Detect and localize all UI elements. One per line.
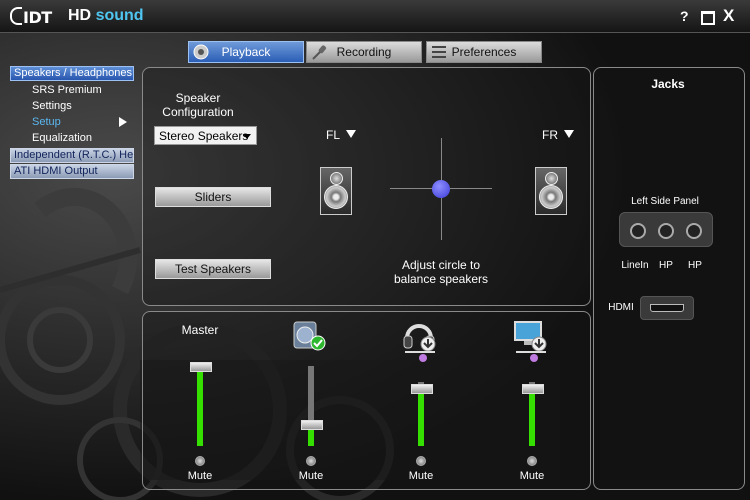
tab-label: Preferences [451, 45, 517, 59]
hdmi-port-icon[interactable] [650, 304, 684, 312]
mute-label: Mute [519, 470, 545, 482]
volume-thumb[interactable] [190, 362, 212, 372]
volume-level-fill [418, 388, 424, 446]
mute-toggle[interactable] [416, 456, 426, 466]
hdmi-port-box [640, 296, 694, 320]
jacks-panel [593, 67, 745, 490]
mute-label: Mute [408, 470, 434, 482]
sidebar-item-speakers-headphones[interactable]: Speakers / Headphones [10, 66, 134, 81]
volume-thumb[interactable] [301, 420, 323, 430]
tab-preferences[interactable]: Preferences [426, 41, 542, 63]
volume-thumb[interactable] [522, 384, 544, 394]
monitor-download-icon [514, 321, 547, 353]
mute-label: Mute [187, 470, 213, 482]
balance-handle[interactable] [432, 180, 450, 198]
balance-hint: Adjust circle to balance speakers [393, 258, 489, 286]
dropdown-arrow-icon [346, 130, 357, 138]
sidebar-item-settings[interactable]: Settings [32, 100, 151, 113]
fl-channel-select[interactable]: FL [326, 128, 357, 142]
speaker-check-icon [293, 321, 326, 351]
sliders-button[interactable]: Sliders [155, 187, 271, 207]
sidebar-item-srs-premium[interactable]: SRS Premium [32, 84, 151, 97]
mute-toggle[interactable] [306, 456, 316, 466]
maximize-button[interactable] [701, 11, 715, 25]
app-title: HD sound [68, 7, 144, 24]
test-speakers-button[interactable]: Test Speakers [155, 259, 271, 279]
left-side-panel-label: Left Side Panel [631, 196, 699, 207]
jacks-title: Jacks [651, 77, 685, 91]
dropdown-arrow-icon [564, 130, 574, 138]
mute-label: Mute [298, 470, 324, 482]
master-label: Master [181, 323, 219, 337]
jack-label-hp: HP [688, 260, 702, 271]
jack-label-linein: LineIn [621, 260, 649, 271]
linein-jack-icon[interactable] [630, 223, 646, 239]
tab-playback[interactable]: Playback [188, 41, 304, 63]
tab-label: Playback [221, 45, 271, 59]
channel-indicator [419, 354, 427, 362]
mute-toggle[interactable] [527, 456, 537, 466]
jack-label-hp: HP [659, 260, 673, 271]
hp-jack-icon[interactable] [686, 223, 702, 239]
mute-toggle[interactable] [195, 456, 205, 466]
help-button[interactable]: ? [680, 8, 689, 24]
sidebar-item-ati-hdmi[interactable]: ATI HDMI Output [10, 164, 134, 179]
left-speaker-icon[interactable] [320, 167, 352, 215]
close-button[interactable]: X [723, 6, 734, 26]
hdmi-label: HDMI [608, 302, 634, 313]
sidebar-item-setup[interactable]: Setup [32, 116, 151, 129]
title-bar[interactable]: IDT HD sound ? X [0, 0, 750, 33]
speaker-config-select[interactable]: Stereo Speakers [154, 126, 257, 145]
app-window: IDT HD sound ? X Playback Recording Pref… [0, 0, 750, 500]
jack-panel [619, 212, 713, 247]
sidebar-item-independent-rtc[interactable]: Independent (R.T.C.) Hea [10, 148, 134, 163]
tab-label: Recording [336, 45, 392, 59]
volume-thumb[interactable] [411, 384, 433, 394]
fr-channel-select[interactable]: FR [542, 128, 574, 142]
right-speaker-icon[interactable] [535, 167, 567, 215]
tab-recording[interactable]: Recording [306, 41, 422, 63]
headphones-download-icon [403, 324, 436, 353]
idt-logo: IDT [10, 7, 52, 27]
volume-level-fill [529, 388, 535, 446]
volume-level-fill [197, 366, 203, 446]
speaker-config-title: Speaker Configuration [162, 91, 234, 119]
hp-jack-icon[interactable] [658, 223, 674, 239]
selected-arrow-icon [119, 117, 127, 127]
sidebar-item-equalization[interactable]: Equalization [32, 132, 151, 145]
channel-indicator [530, 354, 538, 362]
chevron-down-icon [243, 134, 251, 139]
